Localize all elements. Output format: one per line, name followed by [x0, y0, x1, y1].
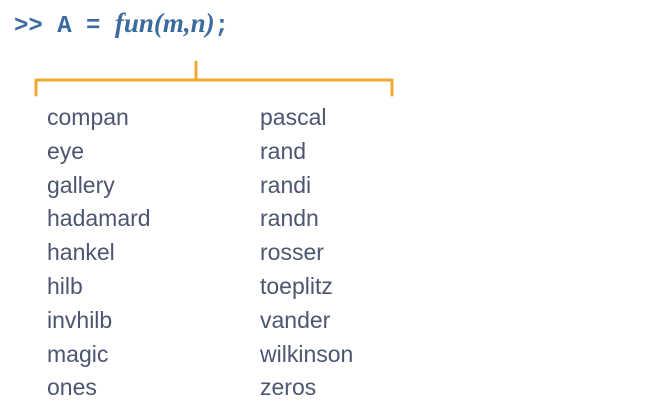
list-item: magic [47, 340, 109, 367]
list-item: invhilb [47, 306, 113, 333]
list-item: eye [47, 137, 85, 164]
list-item: rand [260, 137, 307, 164]
list-item: pascal [260, 104, 327, 130]
list-item: gallery [47, 171, 115, 198]
list-item: rosser [260, 239, 324, 266]
function-list-left: compan eye gallery hadamard hankel hilb … [47, 101, 151, 405]
list-item: ones [47, 374, 97, 401]
list-item: randi [260, 171, 312, 198]
function-list-right: pascal rand randi randn rosser toeplitz … [260, 101, 353, 405]
list-item: hadamard [47, 205, 151, 232]
list-item: vander [260, 306, 331, 333]
list-item: hankel [47, 239, 115, 266]
list-item: randn [260, 205, 319, 232]
list-item: hilb [47, 272, 83, 299]
list-item: toeplitz [260, 272, 333, 299]
list-item: zeros [260, 374, 317, 401]
list-item: wilkinson [260, 340, 354, 367]
list-item: compan [47, 104, 129, 130]
